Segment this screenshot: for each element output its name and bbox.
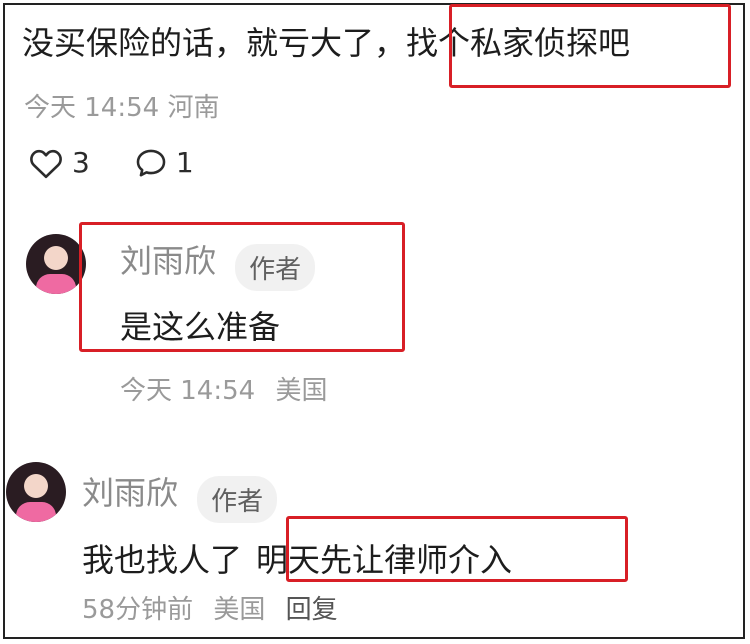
- reply2-location: 美国: [213, 595, 266, 625]
- reply-button[interactable]: 回复: [286, 595, 338, 625]
- reply1-location: 美国: [275, 376, 328, 406]
- reply1-time: 今天 14:54: [120, 376, 256, 406]
- reply2-time: 58分钟前: [82, 595, 194, 625]
- comment-button[interactable]: 1: [134, 146, 194, 179]
- like-count: 3: [72, 146, 90, 179]
- author-badge: 作者: [197, 476, 278, 523]
- reply2-text-prefix: 我也找人了: [82, 541, 243, 579]
- comment-location: 河南: [167, 93, 220, 123]
- highlight-box-3: [286, 516, 628, 582]
- comment-time: 今天 14:54: [24, 93, 160, 123]
- reply2-author[interactable]: 刘雨欣: [82, 474, 178, 512]
- like-button[interactable]: 3: [28, 146, 90, 179]
- speech-bubble-icon: [134, 147, 168, 179]
- comment-actions: 3 1: [28, 146, 238, 179]
- avatar[interactable]: [6, 462, 66, 522]
- highlight-box-2: [79, 222, 405, 352]
- avatar[interactable]: [26, 234, 86, 294]
- comment-meta: 今天 14:54 河南: [24, 87, 219, 124]
- heart-outline-icon: [28, 147, 64, 179]
- reply1-meta: 今天 14:54 美国: [120, 370, 327, 407]
- reply-count: 1: [175, 146, 194, 179]
- reply2-author-row: 刘雨欣 作者: [82, 468, 278, 523]
- highlight-box-1: [449, 4, 731, 88]
- reply2-meta: 58分钟前 美国 回复: [82, 589, 338, 626]
- comment-text-prefix: 没买保险的话，就亏大了，: [22, 24, 407, 62]
